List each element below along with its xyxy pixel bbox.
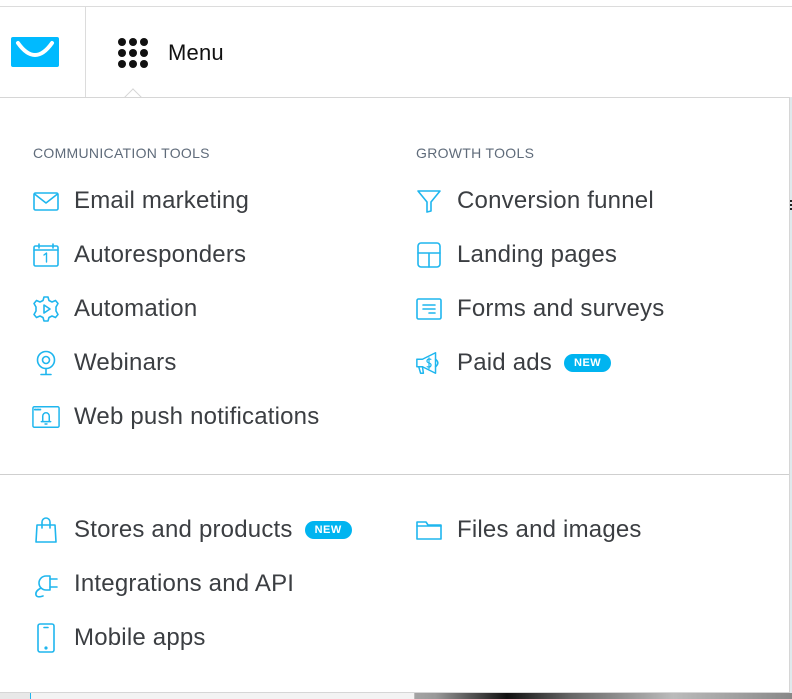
megaphone-dollar-icon xyxy=(415,349,443,377)
menu-item-stores-and-products[interactable]: Stores and products NEW xyxy=(32,503,352,557)
shopping-bag-icon xyxy=(32,516,60,544)
grid-dots-icon xyxy=(118,37,150,69)
menu-item-label: Landing pages xyxy=(457,241,618,268)
webcam-icon xyxy=(32,349,60,377)
communication-tools-list: Email marketing Autoresponders Automatio… xyxy=(32,174,319,444)
browser-bell-icon xyxy=(32,403,60,431)
menu-item-label: Stores and products xyxy=(74,516,293,543)
gear-play-icon xyxy=(32,295,60,323)
layout-icon xyxy=(415,241,443,269)
menu-item-label: Web push notifications xyxy=(74,403,320,430)
menu-item-automation[interactable]: Automation xyxy=(32,282,319,336)
smartphone-icon xyxy=(32,623,60,653)
menu-item-mobile-apps[interactable]: Mobile apps xyxy=(32,611,352,665)
folder-icon xyxy=(415,516,443,544)
menu-item-conversion-funnel[interactable]: Conversion funnel xyxy=(415,174,664,228)
menu-item-label: Mobile apps xyxy=(74,624,206,651)
menu-item-integrations-and-api[interactable]: Integrations and API xyxy=(32,557,352,611)
growth-tools-list: Conversion funnel Landing pages Forms an… xyxy=(415,174,664,390)
menu-dropdown: COMMUNICATION TOOLS Email marketing Auto… xyxy=(0,97,790,693)
top-header: Menu xyxy=(0,7,792,97)
menu-item-web-push-notifications[interactable]: Web push notifications xyxy=(32,390,319,444)
other-tools-list-left: Stores and products NEW Integrations and… xyxy=(32,503,352,665)
new-badge: NEW xyxy=(564,354,612,372)
funnel-icon xyxy=(415,187,443,215)
background-button xyxy=(30,692,415,699)
menu-item-label: Autoresponders xyxy=(74,241,247,268)
plug-icon xyxy=(32,570,60,598)
calendar-icon xyxy=(32,241,60,269)
menu-item-label: Conversion funnel xyxy=(457,187,654,214)
menu-item-email-marketing[interactable]: Email marketing xyxy=(32,174,319,228)
menu-item-label: Email marketing xyxy=(74,187,250,214)
envelope-icon xyxy=(32,187,60,215)
menu-item-landing-pages[interactable]: Landing pages xyxy=(415,228,664,282)
menu-item-label: Paid ads xyxy=(457,349,552,376)
menu-button[interactable]: Menu xyxy=(118,37,224,69)
menu-item-forms-and-surveys[interactable]: Forms and surveys xyxy=(415,282,664,336)
form-icon xyxy=(415,295,443,323)
menu-label: Menu xyxy=(168,40,224,65)
section-title-growth: GROWTH TOOLS xyxy=(416,145,535,161)
new-badge: NEW xyxy=(304,521,352,539)
getresponse-logo-icon[interactable] xyxy=(11,37,59,67)
section-divider xyxy=(0,474,789,475)
menu-item-label: Forms and surveys xyxy=(457,295,665,322)
menu-item-label: Webinars xyxy=(74,349,177,376)
section-title-communication: COMMUNICATION TOOLS xyxy=(33,145,210,161)
other-tools-list-right: Files and images xyxy=(415,503,642,557)
menu-item-label: Automation xyxy=(74,295,198,322)
menu-item-webinars[interactable]: Webinars xyxy=(32,336,319,390)
logo-cell xyxy=(0,7,86,97)
menu-item-label: Integrations and API xyxy=(74,570,295,597)
menu-item-autoresponders[interactable]: Autoresponders xyxy=(32,228,319,282)
menu-item-files-and-images[interactable]: Files and images xyxy=(415,503,642,557)
menu-item-paid-ads[interactable]: Paid ads NEW xyxy=(415,336,664,390)
menu-item-label: Files and images xyxy=(457,516,642,543)
